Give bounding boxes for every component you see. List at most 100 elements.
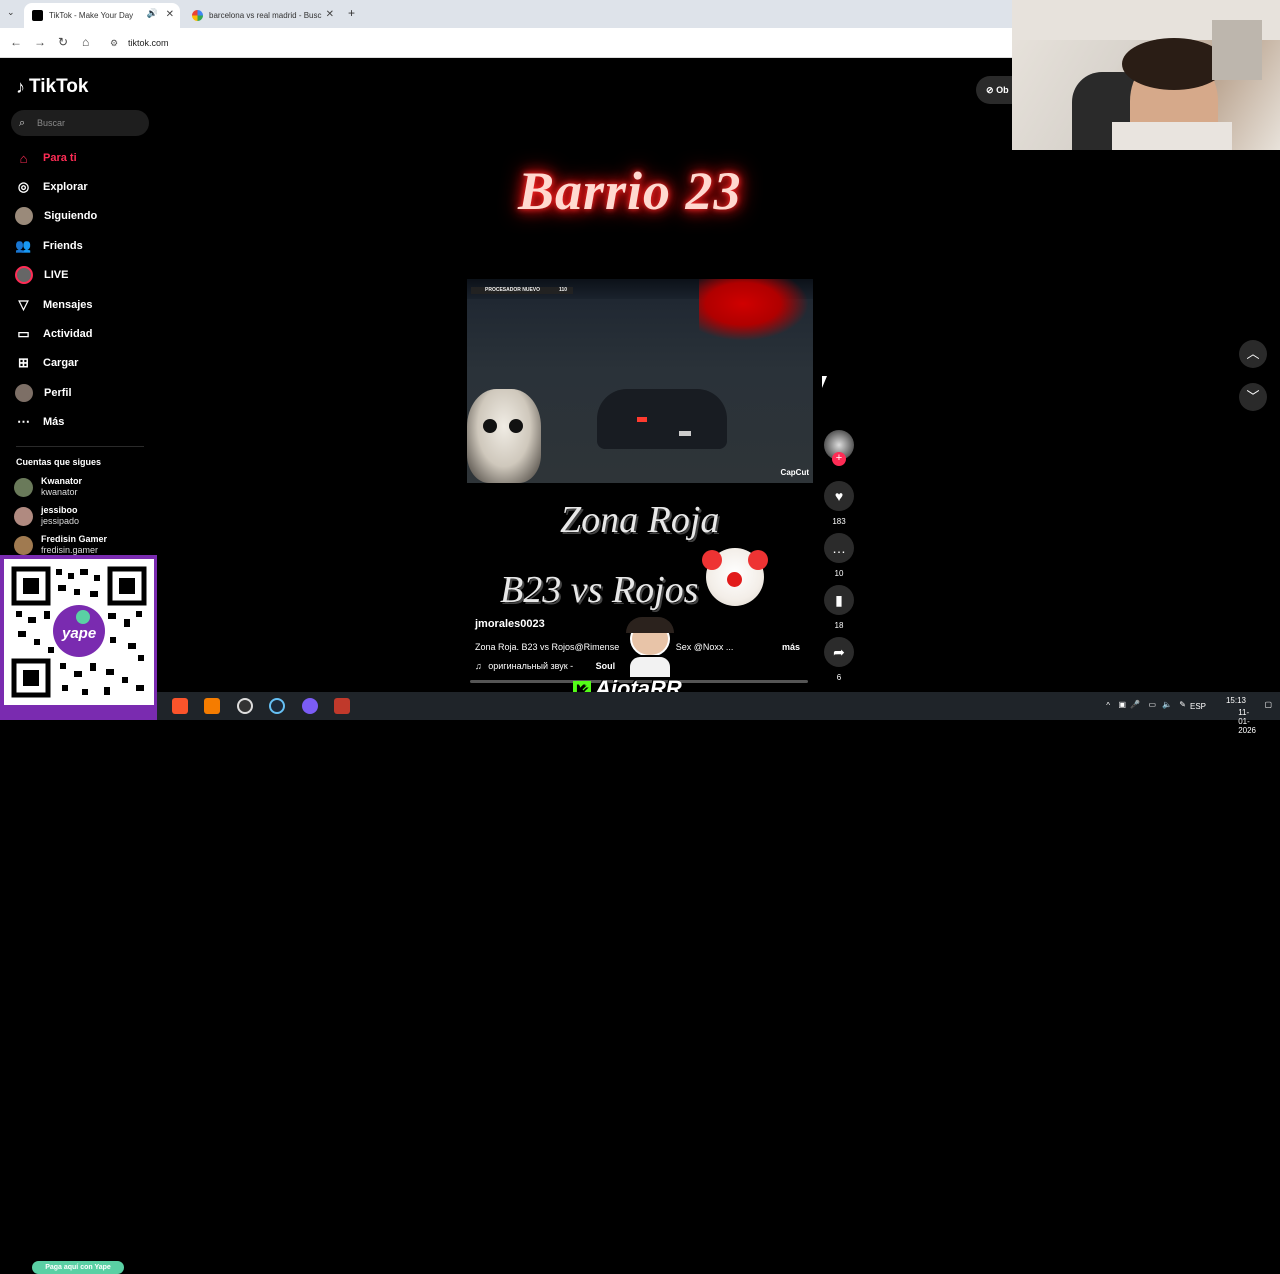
tray-chevron-icon[interactable]: ^ [1106,701,1110,710]
streamer-avatar-sticker [622,617,678,679]
previous-video-button[interactable]: ︿ [1239,340,1267,368]
audio-icon[interactable]: 🔊 [147,8,158,19]
sidebar-item-label: Explorar [43,181,88,193]
app-icon[interactable] [302,698,318,714]
search-input[interactable]: ⌕ Buscar [11,110,149,136]
home-icon: ⌂ [19,150,28,166]
tiktok-logo[interactable]: ♪ TikTok [16,76,88,98]
sidebar-item-label: Cargar [43,357,79,369]
sidebar-item-cargar[interactable]: ⊞ Cargar [15,352,78,374]
home-icon[interactable]: ⌂ [82,35,89,49]
clown-nose [727,572,742,587]
sidebar-item-para-ti[interactable]: ⌂ Para ti [15,147,77,169]
following-name: jessiboo [41,505,78,515]
video-author[interactable]: jmorales0023 [475,618,545,630]
heart-icon[interactable]: ♥ [824,481,854,511]
gameplay-clip[interactable]: PROCESADOR NUEVO 110 CapCut [467,279,813,483]
comment-icon[interactable]: … [824,533,854,563]
comment-action[interactable]: … 10 [824,533,854,578]
app-icon: ⊘ [986,85,994,95]
sidebar-item-mensajes[interactable]: ▽ Mensajes [15,294,93,316]
skull-eye [509,419,523,433]
tab-google[interactable]: barcelona vs real madrid - Busc ✕ [184,3,340,28]
sidebar-item-label: Siguiendo [44,210,98,222]
notification-icon[interactable]: ▢ [1264,700,1272,709]
language-indicator[interactable]: ESP [1190,702,1206,711]
blood-splatter [699,279,809,341]
tab-title: barcelona vs real madrid - Busc [209,11,322,20]
next-video-button[interactable]: ﹀ [1239,383,1267,411]
clock-date[interactable]: 11-01-2026 [1238,708,1256,735]
share-action[interactable]: ➦ 6 [824,637,854,682]
sidebar-item-actividad[interactable]: ▭ Actividad [15,323,93,345]
follow-plus-icon[interactable]: + [832,452,846,466]
yape-pay-label: Paga aquí con Yape [32,1261,124,1274]
tab-list-chevron-icon[interactable]: ⌄ [7,7,15,18]
tab-tiktok[interactable]: TikTok - Make Your Day 🔊 ✕ [24,3,180,28]
sidebar-item-siguiendo[interactable]: Siguiendo [15,205,97,227]
avatar [15,207,33,225]
share-icon[interactable]: ➦ [824,637,854,667]
brave-browser-icon[interactable] [172,698,188,714]
following-item[interactable]: Kwanator kwanator [14,476,82,497]
steam-icon[interactable] [269,698,285,714]
yape-logo-text: yape [62,625,97,642]
sidebar-item-explorar[interactable]: ◎ Explorar [15,176,88,198]
sidebar-item-friends[interactable]: 👥 Friends [15,235,82,257]
logo-text: TikTok [29,76,89,97]
capcut-watermark: CapCut [780,468,809,477]
site-settings-icon[interactable]: ⚙ [110,33,118,53]
sidebar-item-mas[interactable]: ⋯ Más [15,411,64,433]
new-tab-icon[interactable]: + [348,6,355,20]
b23-vs-rojos-text: B23 vs Rojos [500,569,699,611]
avatar [15,384,33,402]
sidebar-item-perfil[interactable]: Perfil [15,382,72,404]
avatar [14,536,33,555]
app-icon[interactable] [334,698,350,714]
app-icon[interactable] [237,698,253,714]
forward-icon[interactable]: → [34,35,46,49]
bookmark-icon[interactable]: ▮ [824,585,854,615]
sidebar-item-label: Para ti [43,152,77,164]
sound-info[interactable]: ♫ оригинальный звук - Soul [475,661,615,671]
save-action[interactable]: ▮ 18 [824,585,854,630]
sidebar-item-label: LIVE [44,269,69,281]
sidebar-item-label: Perfil [44,387,72,399]
clock-time[interactable]: 15:13 [1226,696,1246,705]
following-item[interactable]: Fredisin Gamer fredisin.gamer [14,534,107,555]
reload-icon[interactable]: ↻ [58,35,68,49]
volume-icon[interactable]: 🔈 [1162,700,1172,709]
hud-number: 110 [559,287,568,293]
hud-label: PROCESADOR NUEVO [471,287,573,294]
close-tab-icon[interactable]: ✕ [166,9,174,20]
pen-icon[interactable]: ✎ [1179,700,1186,709]
sidebar-item-label: Actividad [43,328,93,340]
following-item[interactable]: jessiboo jessipado [14,505,79,526]
compass-icon: ◎ [17,179,30,194]
sound-text: оригинальный звук - [488,661,574,671]
author-avatar-follow[interactable]: + [824,430,854,466]
barrio-23-neon-title: Barrio 23 [518,161,742,221]
following-name: Fredisin Gamer [41,534,108,544]
music-note-icon: ♫ [475,661,482,671]
app-a-icon[interactable] [204,698,220,714]
inbox-icon: ▭ [17,326,30,341]
get-app-button[interactable]: ⊘ Ob [976,76,1016,104]
car-silhouette [597,389,727,449]
tray-app-icon[interactable]: ▣ [1118,700,1126,709]
close-tab-icon[interactable]: ✕ [326,9,334,20]
avatar [14,478,33,497]
following-name: Kwanator [41,476,83,486]
clown-hair [748,550,768,570]
browser-tab-bar: ⌄ TikTok - Make Your Day 🔊 ✕ barcelona v… [0,0,1012,28]
url-field[interactable]: ⚙ tiktok.com [104,33,1004,53]
back-icon[interactable]: ← [10,35,22,49]
sidebar-item-live[interactable]: LIVE [15,264,68,286]
tiktok-note-icon: ♪ [16,76,25,97]
like-action[interactable]: ♥ 183 [824,481,854,526]
background-furniture [1212,20,1262,80]
network-icon[interactable]: ▭ [1148,700,1156,709]
qr-code: yape [4,559,154,705]
microphone-icon[interactable]: 🎤 [1130,700,1140,709]
more-button[interactable]: más [782,642,800,652]
